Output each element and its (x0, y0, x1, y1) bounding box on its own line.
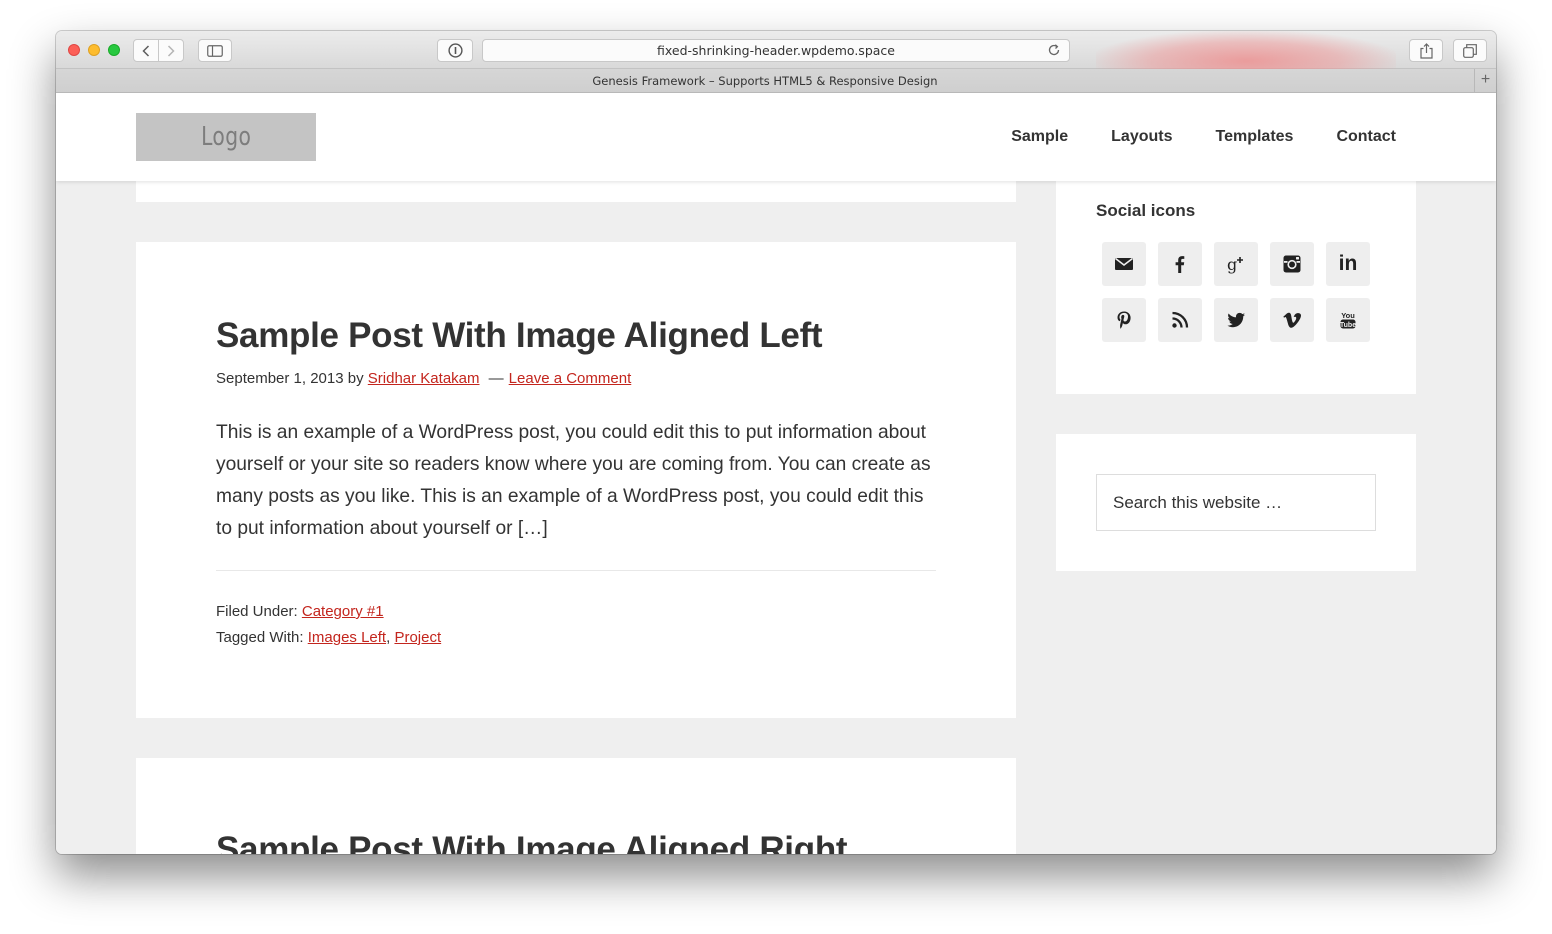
show-tabs-button[interactable] (1453, 39, 1487, 62)
post-card: Sample Post With Image Aligned Right (136, 758, 1016, 854)
chevron-right-icon (167, 44, 175, 57)
sidebar-toggle-button[interactable] (198, 39, 232, 62)
site-logo[interactable]: Logo (136, 113, 316, 161)
instagram-icon[interactable] (1270, 242, 1314, 286)
svg-text:You: You (1341, 311, 1355, 320)
youtube-icon[interactable]: You Tube (1326, 298, 1370, 342)
page-viewport: Sample Post With Image Aligned Left Sept… (56, 93, 1496, 854)
rss-icon[interactable] (1158, 298, 1202, 342)
social-icons-grid: g in You Tube (1102, 242, 1370, 342)
tag-separator: , (386, 629, 391, 646)
author-link[interactable]: Sridhar Katakam (368, 370, 480, 387)
browser-window: fixed-shrinking-header.wpdemo.space Gene… (56, 31, 1496, 854)
nav-item-layouts[interactable]: Layouts (1111, 128, 1172, 146)
minimize-window-button[interactable] (88, 44, 100, 56)
twitter-icon[interactable] (1214, 298, 1258, 342)
new-tab-button[interactable]: + (1474, 69, 1496, 93)
entry-divider (216, 570, 936, 571)
email-icon[interactable] (1102, 242, 1146, 286)
nav-item-templates[interactable]: Templates (1215, 128, 1293, 146)
svg-text:g: g (1227, 255, 1237, 274)
entry-meta: September 1, 2013 by Sridhar Katakam — Le… (216, 370, 631, 387)
nav-item-sample[interactable]: Sample (1011, 128, 1068, 146)
chevron-left-icon (142, 44, 150, 57)
vimeo-icon[interactable] (1270, 298, 1314, 342)
by-label: by (347, 370, 364, 387)
widget-title: Social icons (1096, 201, 1196, 220)
pinterest-icon[interactable] (1102, 298, 1146, 342)
search-input[interactable] (1096, 474, 1376, 531)
share-icon (1419, 42, 1433, 59)
privacy-report-button[interactable] (437, 39, 473, 62)
maximize-window-button[interactable] (108, 44, 120, 56)
tag-link[interactable]: Project (394, 629, 441, 646)
back-button[interactable] (133, 39, 159, 62)
primary-nav: Sample Layouts Templates Contact (968, 93, 1396, 181)
post-title-link[interactable]: Sample Post With Image Aligned Right (216, 830, 848, 854)
google-plus-icon[interactable]: g (1214, 242, 1258, 286)
post-title-link[interactable]: Sample Post With Image Aligned Left (216, 316, 823, 356)
tagged-with-line: Tagged With: Images Left, Project (216, 625, 441, 651)
search-widget (1056, 434, 1416, 571)
leave-comment-link[interactable]: Leave a Comment (509, 370, 632, 387)
post-excerpt: This is an example of a WordPress post, … (216, 422, 931, 539)
sidebar-icon (207, 44, 223, 57)
meta-separator: — (488, 370, 504, 387)
nav-item-contact[interactable]: Contact (1336, 128, 1396, 146)
filed-under-line: Filed Under: Category #1 (216, 599, 441, 625)
reload-icon[interactable] (1047, 43, 1061, 57)
logo-text: Logo (200, 122, 252, 152)
tagged-with-label: Tagged With: (216, 629, 304, 646)
tab-active[interactable]: Genesis Framework – Supports HTML5 & Res… (56, 69, 1474, 93)
tab-bar: Genesis Framework – Supports HTML5 & Res… (56, 69, 1496, 93)
tabs-overview-icon (1463, 43, 1477, 58)
url-text: fixed-shrinking-header.wpdemo.space (657, 43, 895, 58)
entry-footer: Filed Under: Category #1 Tagged With: Im… (216, 599, 441, 651)
social-icons-widget: Social icons g in You Tube (1056, 181, 1416, 394)
linkedin-icon[interactable]: in (1326, 242, 1370, 286)
forward-button[interactable] (158, 39, 184, 62)
facebook-icon[interactable] (1158, 242, 1202, 286)
info-circle-icon (447, 43, 463, 58)
share-button[interactable] (1409, 39, 1443, 62)
svg-text:Tube: Tube (1340, 322, 1356, 329)
address-bar[interactable]: fixed-shrinking-header.wpdemo.space (482, 39, 1070, 62)
post-card: Sample Post With Image Aligned Left Sept… (136, 242, 1016, 718)
tag-link[interactable]: Images Left (308, 629, 386, 646)
browser-toolbar: fixed-shrinking-header.wpdemo.space (56, 31, 1496, 91)
post-date: September 1, 2013 (216, 370, 344, 387)
filed-under-label: Filed Under: (216, 603, 298, 620)
category-link[interactable]: Category #1 (302, 603, 384, 620)
close-window-button[interactable] (68, 44, 80, 56)
site-header: Logo Sample Layouts Templates Contact (56, 93, 1496, 181)
